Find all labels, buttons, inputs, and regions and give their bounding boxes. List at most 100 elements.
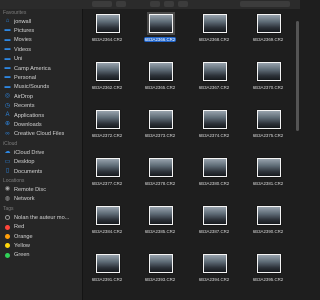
desktop-icon: ▭ [4,158,11,165]
photo-preview [150,207,172,224]
file-name: 6B3A2369.CR2 [247,37,289,42]
file-item[interactable]: 6B3A2374.CR2 [193,106,235,156]
file-item[interactable]: 6B3A2365.CR2 [139,58,181,108]
file-item[interactable]: 6B3A2378.CR2 [139,154,181,204]
file-item[interactable]: 6B3A2395.CR2 [247,250,289,300]
file-item[interactable]: 6B3A2394.CR2 [193,250,235,300]
scroll-thumb[interactable] [296,21,299,131]
tag-label: Nolan the auteur mo... [14,214,70,221]
download-icon: ⊕ [4,121,11,128]
file-name-text: 6B3A2374.CR2 [198,133,230,138]
photo-preview [150,15,172,32]
sidebar-item-movies[interactable]: ▬ Movies [4,36,82,45]
file-thumbnail [147,12,175,35]
sidebar-item-applications[interactable]: A Applications [4,111,82,120]
network-icon: ◍ [4,195,11,202]
file-thumbnail [96,206,120,225]
file-thumbnail [203,254,227,273]
photo-preview [150,63,172,80]
sidebar-item-personal[interactable]: ▬ Personal [4,73,82,82]
file-name: 6B3A2372.CR2 [86,133,128,138]
file-thumbnail [149,254,173,273]
tag-color-dot [5,215,10,221]
file-name: 6B3A2380.CR2 [193,181,235,186]
file-item[interactable]: 6B3A2387.CR2 [193,202,235,252]
sidebar-item-uni[interactable]: ▬ Uni [4,55,82,64]
file-item[interactable]: 6B3A2391.CR2 [86,250,128,300]
file-item[interactable]: 6B3A2362.CR2 [86,58,128,108]
search-field[interactable] [240,1,290,7]
tag-color-dot [5,243,10,249]
view-mode-buttons[interactable] [92,1,112,7]
sidebar-item-jonwall[interactable]: ⌂ jonwall [4,17,82,26]
file-name-text: 6B3A2375.CR2 [252,133,284,138]
file-item[interactable]: 6B3A2372.CR2 [86,106,128,156]
sidebar-tag-3[interactable]: Yellow [4,241,82,250]
photo-preview [204,111,226,128]
sidebar-tag-2[interactable]: Orange [4,232,82,241]
sidebar-item-creative-cloud-files[interactable]: ∞ Creative Cloud Files [4,130,82,139]
sidebar-item-label: Pictures [14,27,35,34]
photo-preview [150,255,172,272]
sidebar-item-desktop[interactable]: ▭ Desktop [4,158,82,167]
sidebar-tag-0[interactable]: Nolan the auteur mo... [4,213,82,222]
tag-label: Green [14,252,30,259]
file-item[interactable]: 6B3A2369.CR2 [247,10,289,60]
file-item[interactable]: 6B3A2366.CR2 [139,10,181,60]
tag-button[interactable] [164,1,174,7]
sidebar-item-label: iCloud Drive [14,149,45,156]
file-thumbnail [203,110,227,129]
photo-preview [204,255,226,272]
file-thumbnail [257,254,281,273]
sidebar-item-camp-america[interactable]: ▬ Camp America [4,64,82,73]
file-name: 6B3A2384.CR2 [86,229,128,234]
sidebar-tag-1[interactable]: Red [4,223,82,232]
sidebar-item-label: Recents [14,103,35,110]
folder-icon: ▬ [4,83,11,90]
airdrop-icon: ◎ [4,93,11,100]
file-item[interactable]: 6B3A2373.CR2 [139,106,181,156]
file-item[interactable]: 6B3A2375.CR2 [247,106,289,156]
sidebar-item-music-sounds[interactable]: ▬ Music/Sounds [4,83,82,92]
file-name: 6B3A2385.CR2 [139,229,181,234]
sidebar-item-label: Applications [14,112,45,119]
action-button[interactable] [178,1,188,7]
sidebar-item-label: Downloads [14,121,42,128]
file-item[interactable]: 6B3A2368.CR2 [193,10,235,60]
file-item[interactable]: 6B3A2380.CR2 [193,154,235,204]
photo-preview [258,255,280,272]
file-name-text: 6B3A2390.CR2 [252,229,284,234]
file-item[interactable]: 6B3A2370.CR2 [247,58,289,108]
sidebar-item-airdrop[interactable]: ◎ AirDrop [4,92,82,101]
file-thumbnail [96,158,120,177]
file-item[interactable]: 6B3A2390.CR2 [247,202,289,252]
file-item[interactable]: 6B3A2367.CR2 [193,58,235,108]
sidebar-tag-4[interactable]: Green [4,251,82,260]
group-button[interactable] [116,1,126,7]
sidebar-item-label: Camp America [14,65,51,72]
sidebar-item-recents[interactable]: ◷ Recents [4,102,82,111]
sidebar-item-remote-disc[interactable]: ◉ Remote Disc [4,185,82,194]
sidebar-item-downloads[interactable]: ⊕ Downloads [4,120,82,129]
file-item[interactable]: 6B3A2384.CR2 [86,202,128,252]
file-name: 6B3A2393.CR2 [139,277,181,282]
file-item[interactable]: 6B3A2385.CR2 [139,202,181,252]
file-item[interactable]: 6B3A2393.CR2 [139,250,181,300]
sidebar-item-documents[interactable]: ▯ Documents [4,167,82,176]
file-item[interactable]: 6B3A2364.CR2 [86,10,128,60]
share-button[interactable] [150,1,160,7]
file-name: 6B3A2374.CR2 [193,133,235,138]
tag-color-dot [5,252,10,258]
file-name: 6B3A2375.CR2 [247,133,289,138]
sidebar-item-pictures[interactable]: ▬ Pictures [4,26,82,35]
file-name-text: 6B3A2364.CR2 [91,37,123,42]
file-name: 6B3A2390.CR2 [247,229,289,234]
sidebar-item-icloud-drive[interactable]: ☁ iCloud Drive [4,148,82,157]
folder-icon: ▬ [4,36,11,43]
sidebar-item-network[interactable]: ◍ Network [4,195,82,204]
file-item[interactable]: 6B3A2381.CR2 [247,154,289,204]
file-thumbnail [149,206,173,225]
file-item[interactable]: 6B3A2377.CR2 [86,154,128,204]
sidebar-item-videos[interactable]: ▬ Videos [4,45,82,54]
scrollbar[interactable] [296,21,299,300]
